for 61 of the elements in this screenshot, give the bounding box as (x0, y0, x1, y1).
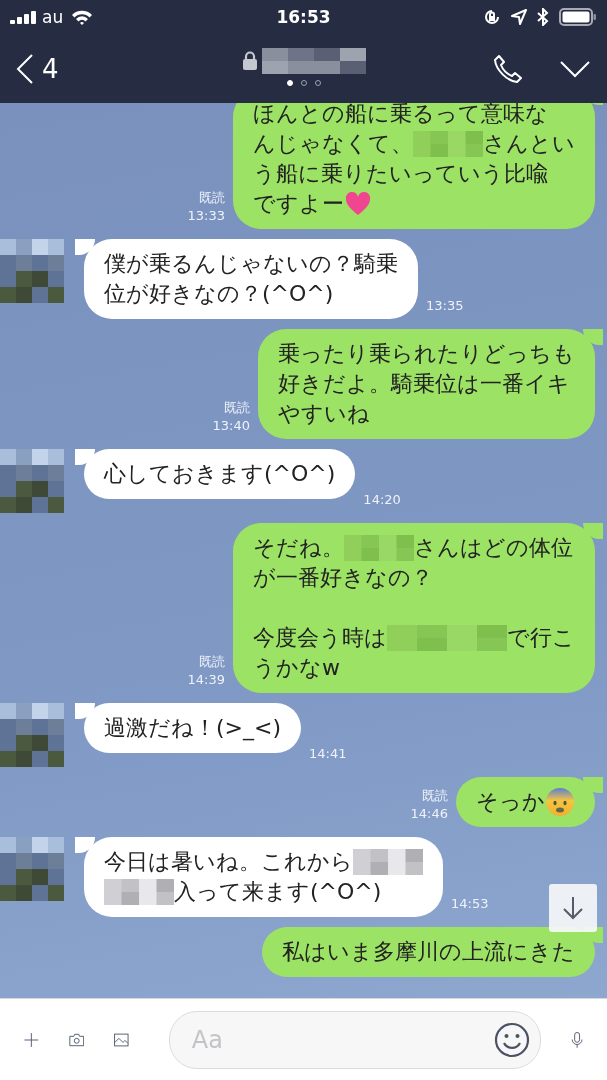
carrier-name: au (42, 7, 64, 27)
avatar-mosaic[interactable] (0, 703, 64, 767)
message-text: 今日は暑いね。これから (104, 848, 353, 876)
message-text: 入って来ます(^O^) (174, 878, 382, 906)
read-receipt: 既読 (199, 653, 225, 671)
message-text: で行こ (507, 624, 575, 652)
back-button[interactable]: 4 (16, 52, 59, 85)
message-text: う船に乗りたいっていう比喩 (253, 160, 548, 188)
bluetooth-icon (537, 8, 549, 26)
message-text: んじゃなくて、 (253, 130, 413, 158)
scroll-down-button[interactable] (549, 884, 597, 932)
unread-count: 4 (42, 53, 59, 84)
emoji-icon[interactable] (493, 1021, 530, 1058)
read-receipt: 既読 (422, 787, 448, 805)
message-text: 今度会う時は (253, 624, 387, 652)
message-text: 好きだよ。騎乗位は一番イキ (278, 370, 570, 398)
read-receipt: 既読 (224, 399, 250, 417)
message-time: 14:39 (187, 671, 225, 689)
message-text: やすいね (278, 400, 370, 428)
avatar-mosaic[interactable] (0, 449, 64, 513)
battery-icon (559, 8, 597, 26)
message-text: 乗ったり乗られたりどっちも (278, 340, 575, 368)
message-text: 心しておきます(^O^) (104, 460, 336, 488)
message-time: 13:35 (426, 297, 464, 315)
signal-icon (10, 10, 36, 24)
blurred-text (353, 849, 423, 875)
read-receipt: 既読 (199, 189, 225, 207)
chevron-down-icon[interactable] (559, 59, 591, 78)
message-text: そっか (476, 788, 545, 816)
blurred-text (344, 535, 414, 561)
back-chevron-icon (16, 52, 34, 85)
blurred-text (413, 131, 483, 157)
blurred-text (104, 879, 174, 905)
message-time: 14:41 (309, 745, 347, 763)
lock-icon (241, 51, 258, 71)
phone-icon[interactable] (493, 53, 523, 84)
message-text: さんはどの体位 (414, 534, 573, 562)
message-text: ですよー (253, 190, 344, 218)
heart-icon (344, 190, 372, 218)
avatar-mosaic[interactable] (0, 239, 64, 303)
avatar-mosaic[interactable] (0, 837, 64, 901)
message-text: 位が好きなの？(^O^) (104, 280, 334, 308)
location-arrow-icon (511, 9, 527, 25)
message-text: ほんとの船に乗るって意味な (253, 103, 548, 128)
message-text: そだね。 (253, 534, 344, 562)
message-time: 14:46 (410, 805, 448, 823)
message-text: 私はいま多摩川の上流にきた (282, 938, 575, 966)
worried-emoji-icon (545, 787, 575, 817)
down-arrow-icon (562, 896, 584, 920)
message-text: 過激だね！(>_<) (104, 714, 282, 743)
message-text: さんとい (483, 130, 575, 158)
message-time: 13:40 (212, 417, 250, 435)
rotation-lock-icon (483, 8, 501, 26)
message-text: 僕が乗るんじゃないの？騎乗 (104, 250, 398, 278)
message-text: が一番好きなの？ (253, 564, 433, 592)
message-time: 14:20 (363, 491, 401, 509)
message-time: 13:33 (187, 207, 225, 225)
message-text: うかなw (253, 654, 340, 682)
wifi-icon (71, 9, 94, 25)
status-time: 16:53 (276, 7, 331, 27)
message-time: 14:53 (451, 895, 489, 913)
